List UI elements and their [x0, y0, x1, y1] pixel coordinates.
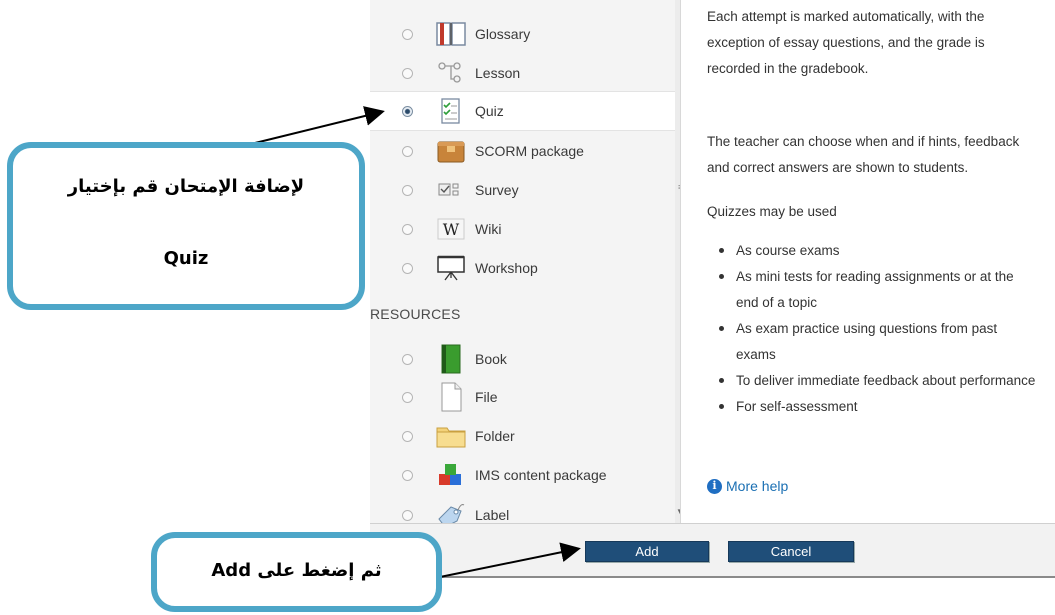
- quiz-callout: لإضافة الإمتحان قم بإختيار Quiz: [7, 142, 365, 310]
- add-callout-text: ثم إضغط على Add: [211, 560, 382, 581]
- add-arrow: [439, 542, 581, 578]
- quiz-arrow: [254, 106, 385, 144]
- add-callout: ثم إضغط على Add: [151, 532, 442, 612]
- quiz-callout-line1: لإضافة الإمتحان قم بإختيار: [67, 176, 305, 197]
- quiz-callout-line2: Quiz: [163, 248, 209, 269]
